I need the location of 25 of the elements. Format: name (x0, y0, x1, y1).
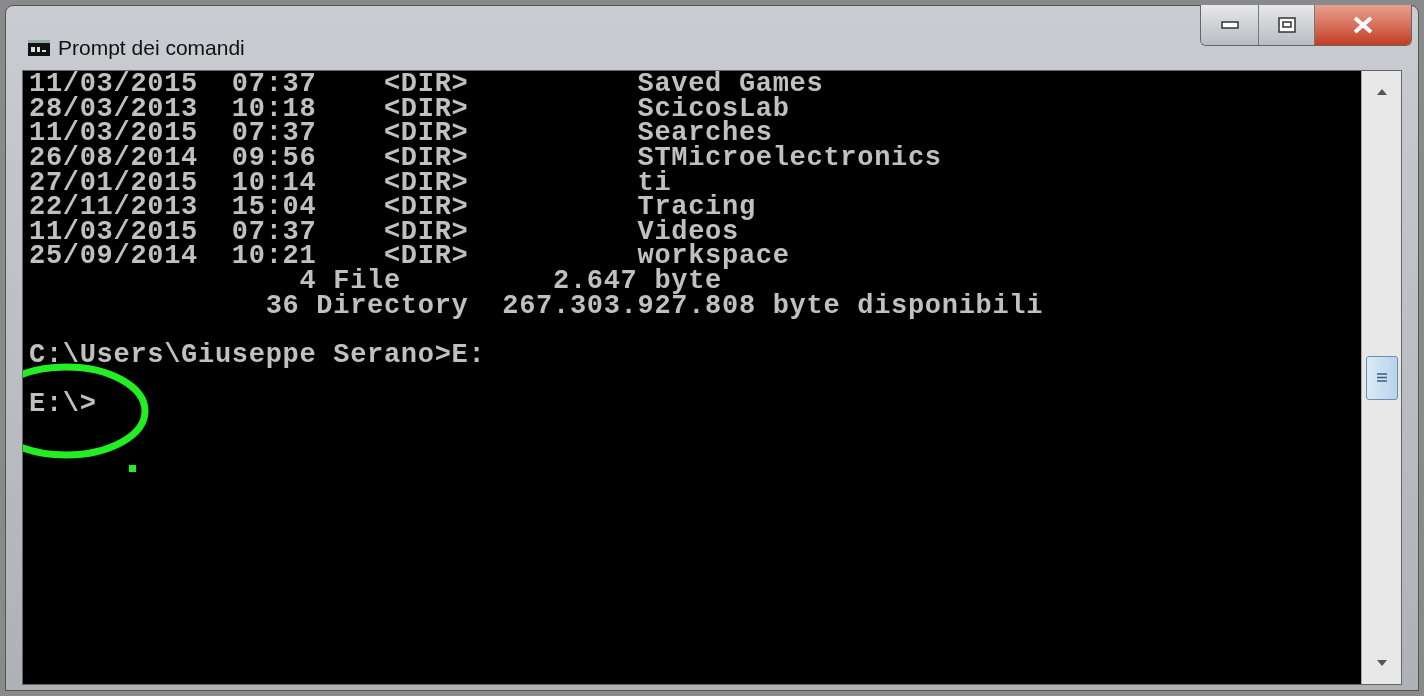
console-line: 11/03/2015 07:37 <DIR> Searches (29, 121, 773, 146)
console-icon (28, 39, 50, 56)
console-line: 22/11/2013 15:04 <DIR> Tracing (29, 195, 756, 220)
close-icon (1352, 16, 1374, 34)
console-line: 11/03/2015 07:37 <DIR> Videos (29, 219, 739, 244)
console-line: 28/03/2013 10:18 <DIR> ScicosLab (29, 96, 790, 121)
console-line: 27/01/2015 10:14 <DIR> ti (29, 170, 672, 195)
maximize-icon (1277, 17, 1296, 33)
minimize-icon (1220, 21, 1239, 29)
console-line: 11/03/2015 07:37 <DIR> Saved Games (29, 72, 824, 97)
console-line: 4 File 2.647 byte (298, 269, 722, 294)
window-title: Prompt dei comandi (58, 35, 245, 61)
down-arrow-icon (1376, 660, 1387, 666)
scroll-thumb[interactable] (1365, 355, 1398, 400)
console-line: 36 Directory 267.303.927.808 byte disponibili (264, 293, 1044, 318)
console-line: 25/09/2014 10:21 <DIR> workspace (29, 244, 790, 269)
up-arrow-icon (1376, 89, 1387, 95)
console-line: 26/08/2014 09:56 <DIR> STMicroelectronics (29, 146, 942, 171)
grip-icon (1376, 373, 1387, 382)
console-line: C:\Users\Giuseppe Serano>E: (29, 342, 486, 367)
maximize-button[interactable] (1259, 5, 1315, 45)
minimize-button[interactable] (1201, 5, 1259, 45)
scrollbar[interactable] (1361, 71, 1401, 684)
close-button[interactable] (1315, 5, 1411, 45)
console-line: E:\> (29, 392, 97, 416)
